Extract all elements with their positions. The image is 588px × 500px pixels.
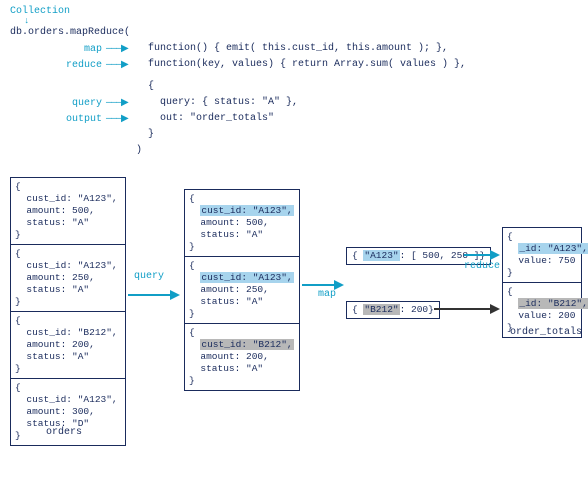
out-line: out: "order_totals" xyxy=(148,111,274,127)
orders-collection: { cust_id: "A123", amount: 500, status: … xyxy=(10,177,126,446)
order-doc: { cust_id: "A123", amount: 500, status: … xyxy=(11,178,125,244)
result-doc: { _id: "A123", value: 750 } xyxy=(503,228,581,282)
invoke-line: db.orders.mapReduce( xyxy=(10,25,582,41)
reduce-fn: function(key, values) { return Array.sum… xyxy=(148,57,466,73)
code-header: Collection ↓ db.orders.mapReduce( map ——… xyxy=(10,6,582,159)
query-label: query xyxy=(10,98,106,109)
query-flow-label: query xyxy=(134,271,164,282)
mapreduce-diagram: { cust_id: "A123", amount: 500, status: … xyxy=(6,171,582,491)
opts-open: { xyxy=(148,79,154,95)
map-flow-label: map xyxy=(318,289,336,300)
results-collection: { _id: "A123", value: 750 } { _id: "B212… xyxy=(502,227,582,338)
query-line: query: { status: "A" }, xyxy=(148,95,298,111)
collection-label: Collection xyxy=(10,6,582,17)
mapped-pair: { "B212": 200} xyxy=(346,301,440,319)
filtered-doc: { cust_id: "B212", amount: 200, status: … xyxy=(185,323,299,390)
collection-down-arrow: ↓ xyxy=(24,18,582,25)
totals-caption: order_totals xyxy=(510,327,582,338)
query-arrow-icon xyxy=(126,287,182,303)
reduce-label: reduce xyxy=(10,60,106,71)
map-fn: function() { emit( this.cust_id, this.am… xyxy=(148,41,448,57)
reduce-flow-label: reduce xyxy=(464,261,500,272)
map-label: map xyxy=(10,44,106,55)
arrow-right-icon: ———▶ xyxy=(106,97,148,109)
output-label: output xyxy=(10,114,106,125)
filtered-doc: { cust_id: "A123", amount: 250, status: … xyxy=(185,256,299,323)
invoke-close: ) xyxy=(136,143,142,159)
orders-caption: orders xyxy=(46,427,82,438)
opts-close: } xyxy=(148,127,154,143)
filtered-doc: { cust_id: "A123", amount: 500, status: … xyxy=(185,190,299,256)
arrow-right-icon: ———▶ xyxy=(106,59,148,71)
order-doc: { cust_id: "A123", amount: 250, status: … xyxy=(11,244,125,311)
order-doc: { cust_id: "B212", amount: 200, status: … xyxy=(11,311,125,378)
filtered-collection: { cust_id: "A123", amount: 500, status: … xyxy=(184,189,300,391)
arrow-right-icon: ———▶ xyxy=(106,43,148,55)
passthrough-arrow-icon xyxy=(434,301,502,317)
arrow-right-icon: ———▶ xyxy=(106,113,148,125)
